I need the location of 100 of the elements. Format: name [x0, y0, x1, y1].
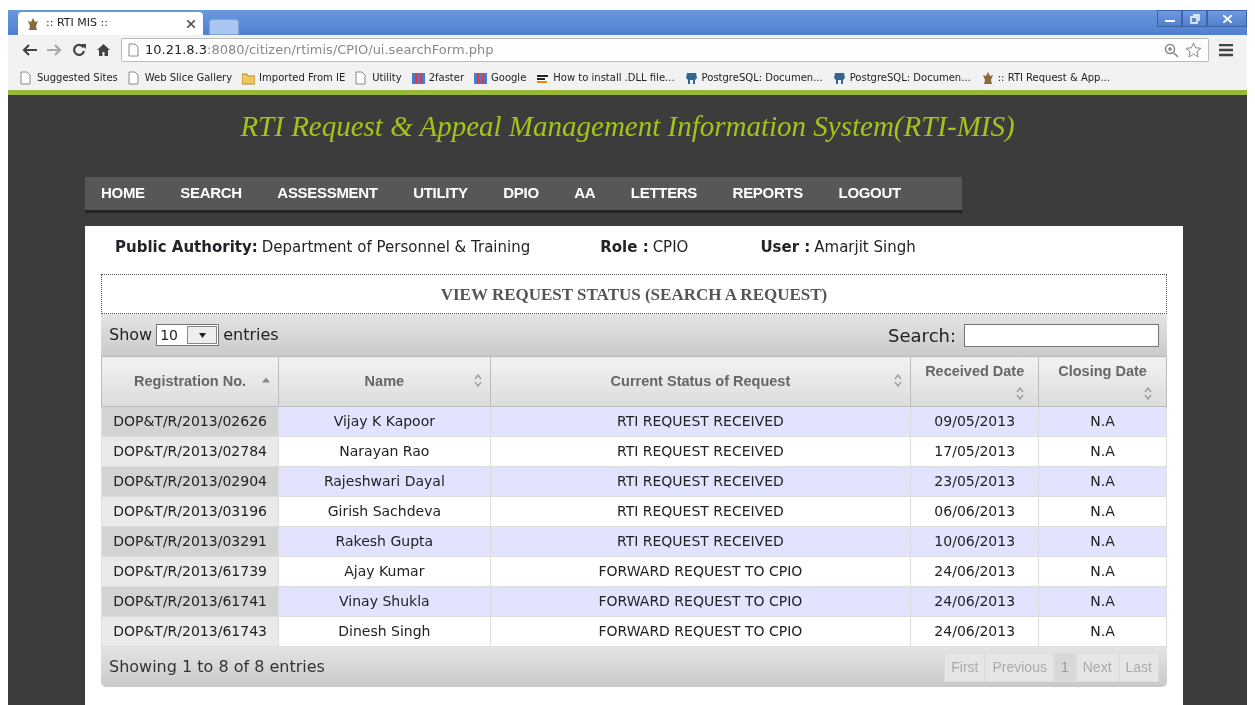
table-cell: N.A: [1038, 466, 1167, 497]
bookmark[interactable]: Utility: [355, 70, 402, 85]
star-icon[interactable]: [1185, 42, 1202, 58]
table-cell: FORWARD REQUEST TO CPIO: [490, 616, 911, 647]
table-cell: FORWARD REQUEST TO CPIO: [490, 556, 911, 587]
table-cell: N.A: [1038, 616, 1167, 647]
table-cell: 06/06/2013: [910, 496, 1039, 527]
home-icon[interactable]: [96, 43, 111, 57]
table-cell: DOP&T/R/2013/03291: [101, 526, 279, 557]
show-label: Show: [109, 324, 153, 346]
table-cell: DOP&T/R/2013/61741: [101, 586, 279, 617]
table-cell: 24/06/2013: [910, 586, 1039, 617]
menu-link[interactable]: UTILITY: [413, 182, 468, 205]
zoom-icon[interactable]: [1164, 42, 1179, 58]
caret-icon: [198, 332, 206, 338]
table-cell: N.A: [1038, 496, 1167, 527]
bookmark[interactable]: How to install .DLL file...: [536, 70, 675, 85]
table-cell: N.A: [1038, 406, 1167, 437]
bookmark[interactable]: 2faster: [411, 70, 465, 85]
bookmark[interactable]: PostgreSQL: Documen...: [684, 70, 823, 85]
table-cell: 24/06/2013: [910, 556, 1039, 587]
menu-link[interactable]: HOME: [101, 182, 145, 205]
table-cell: 23/05/2013: [910, 466, 1039, 497]
table-cell: Vijay K Kapoor: [278, 406, 491, 437]
back-icon[interactable]: [22, 44, 37, 56]
table-cell: RTI REQUEST RECEIVED: [490, 406, 911, 437]
search-label: Search:: [888, 323, 956, 348]
tab-title: :: RTI MIS ::: [46, 15, 108, 32]
table-cell: 17/05/2013: [910, 436, 1039, 467]
close-icon[interactable]: [187, 19, 195, 28]
table-cell: Vinay Shukla: [278, 586, 491, 617]
table-cell: RTI REQUEST RECEIVED: [490, 466, 911, 497]
table-cell: Ajay Kumar: [278, 556, 491, 587]
table-cell: RTI REQUEST RECEIVED: [490, 496, 911, 527]
info-value: Department of Personnel & Training: [261, 237, 531, 258]
bookmark[interactable]: :: RTI Request & App...: [980, 70, 1110, 85]
restore-icon: [1189, 13, 1200, 24]
bookmark[interactable]: Web Slice Gallery: [127, 70, 233, 85]
search-field[interactable]: [964, 323, 1159, 347]
table-cell: N.A: [1038, 556, 1167, 587]
info-label: Public Authority:: [115, 237, 258, 258]
bookmark[interactable]: Imported From IE: [242, 70, 346, 85]
table-cell: 09/05/2013: [910, 406, 1039, 437]
table-cell: DOP&T/R/2013/61739: [101, 556, 279, 587]
restore-button[interactable]: [1182, 10, 1207, 27]
reload-icon[interactable]: [72, 43, 86, 57]
table-cell: DOP&T/R/2013/02626: [101, 406, 279, 437]
table-cell: N.A: [1038, 436, 1167, 467]
table-cell: DOP&T/R/2013/03196: [101, 496, 279, 527]
folder-icon: [242, 70, 256, 85]
menu-link[interactable]: AA: [574, 182, 596, 205]
grid-icon: [411, 70, 425, 85]
address-bar[interactable]: 10.21.8.3:8080/citizen/rtimis/CPIO/ui.searchForm.php: [121, 38, 1209, 62]
entries-select[interactable]: 10: [156, 324, 220, 346]
browser-tab[interactable]: :: RTI MIS ::: [18, 12, 203, 35]
menu-icon[interactable]: [1219, 43, 1233, 57]
menu-link[interactable]: REPORTS: [732, 182, 803, 205]
info-value: CPIO: [652, 237, 689, 258]
emblem-icon: [26, 16, 40, 31]
menu-link[interactable]: SEARCH: [180, 182, 242, 205]
info-value: Amarjit Singh: [814, 237, 916, 258]
entries-label: entries: [223, 324, 279, 346]
info-label: User :: [760, 237, 811, 258]
page-icon: [355, 70, 369, 85]
grid-icon: [474, 70, 488, 85]
menu-link[interactable]: LETTERS: [630, 182, 698, 205]
table-cell: RTI REQUEST RECEIVED: [490, 526, 911, 557]
menu-link[interactable]: LOGOUT: [838, 182, 901, 205]
site-title: RTI Request & Appeal Management Information System(RTI-MIS): [240, 110, 1015, 142]
table-cell: DOP&T/R/2013/02784: [101, 436, 279, 467]
table-cell: Narayan Rao: [278, 436, 491, 467]
table-cell: N.A: [1038, 586, 1167, 617]
minimize-button[interactable]: [1157, 10, 1182, 27]
table-cell: RTI REQUEST RECEIVED: [490, 436, 911, 467]
menu-link[interactable]: ASSESSMENT: [277, 182, 378, 205]
sort-icon[interactable]: [894, 374, 903, 387]
sort-icon[interactable]: [1144, 387, 1152, 400]
close-button[interactable]: [1207, 10, 1247, 27]
table-cell: 10/06/2013: [910, 526, 1039, 557]
sort-icon[interactable]: [1016, 387, 1025, 400]
column-header[interactable]: Current Status of Request: [610, 372, 791, 389]
table-cell: N.A: [1038, 526, 1167, 557]
sort-icon[interactable]: [473, 374, 482, 387]
page-icon: [20, 70, 33, 85]
menu-link[interactable]: DPIO: [503, 182, 539, 205]
bookmark[interactable]: Google: [474, 70, 527, 85]
table-cell: DOP&T/R/2013/02904: [101, 466, 279, 497]
sort-ascending-icon[interactable]: [262, 377, 271, 383]
emblem-icon: [980, 70, 994, 85]
table-cell: DOP&T/R/2013/61743: [101, 616, 279, 647]
table-cell: Dinesh Singh: [278, 616, 491, 647]
table-cell: Rajeshwari Dayal: [278, 466, 491, 497]
column-header[interactable]: Name: [364, 372, 405, 389]
bookmark[interactable]: Suggested Sites: [20, 70, 118, 85]
table-cell: 24/06/2013: [910, 616, 1039, 647]
panel-title: VIEW REQUEST STATUS (SEARCH A REQUEST): [440, 285, 828, 304]
table-cell: Rakesh Gupta: [278, 526, 491, 557]
url-text: 10.21.8.3:8080/citizen/rtimis/CPIO/ui.searchForm.php: [145, 41, 494, 60]
close-icon: [1222, 14, 1232, 23]
bookmark[interactable]: PostgreSQL: Documen...: [832, 70, 971, 85]
